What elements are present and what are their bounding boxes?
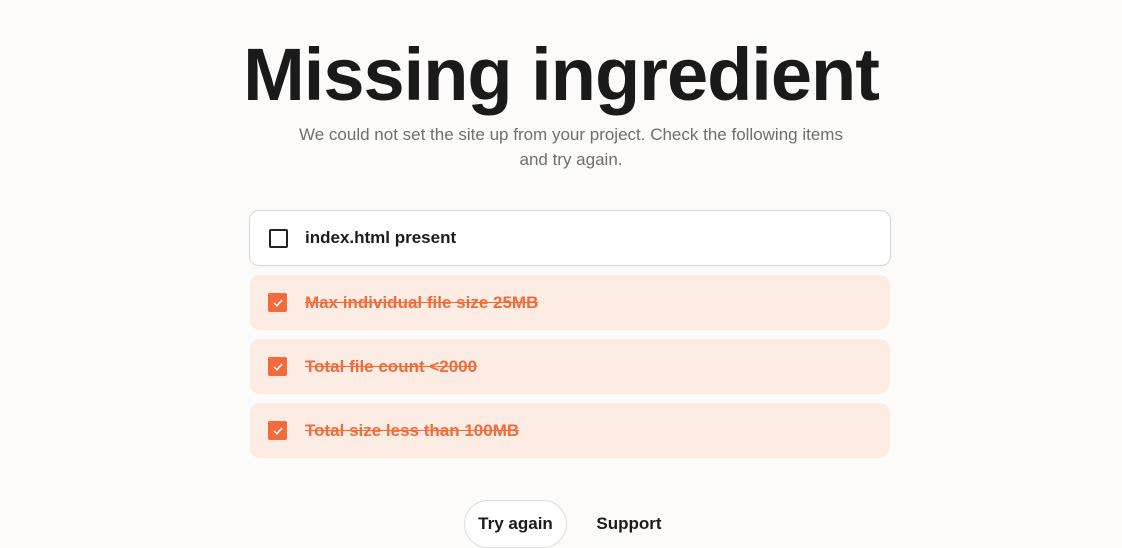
checkmark-icon[interactable]: [268, 293, 287, 312]
requirements-checklist: index.html present Max individual file s…: [249, 210, 891, 467]
checklist-item-index-html[interactable]: index.html present: [249, 210, 891, 266]
error-page: Missing ingredient We could not set the …: [0, 0, 1122, 548]
checklist-item-label: index.html present: [305, 228, 457, 247]
page-title: Missing ingredient: [243, 33, 880, 116]
checklist-item-file-count[interactable]: Total file count <2000: [250, 339, 890, 394]
checkmark-icon[interactable]: [268, 357, 287, 376]
checklist-item-max-file-size[interactable]: Max individual file size 25MB: [250, 275, 890, 330]
action-bar: Try again Support: [0, 500, 1122, 548]
checklist-item-label: Max individual file size 25MB: [305, 292, 539, 312]
checklist-item-label: Total size less than 100MB: [305, 420, 520, 440]
page-subtitle: We could not set the site up from your p…: [299, 125, 843, 169]
empty-checkbox-icon[interactable]: [269, 228, 288, 248]
checkmark-icon[interactable]: [268, 421, 287, 440]
support-link[interactable]: Support: [584, 500, 674, 548]
try-again-button[interactable]: Try again: [464, 500, 567, 548]
checklist-item-label: Total file count <2000: [305, 356, 478, 376]
checklist-item-total-size[interactable]: Total size less than 100MB: [250, 403, 890, 458]
